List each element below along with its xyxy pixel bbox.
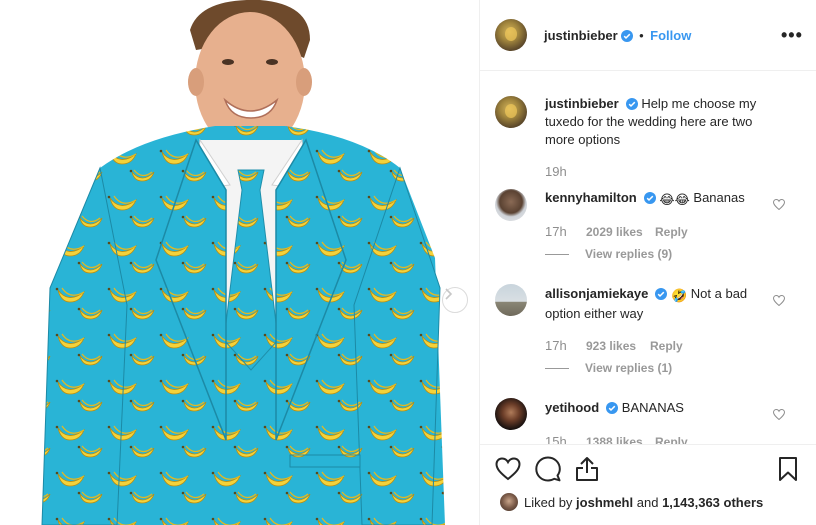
heart-icon[interactable] (773, 295, 785, 306)
comment-time: 15h (545, 434, 567, 444)
liked-and-label: and (636, 495, 659, 510)
reply-button[interactable]: Reply (655, 435, 688, 444)
heart-icon[interactable] (773, 409, 785, 420)
divider (545, 368, 569, 369)
post-side-panel: justinbieber • Follow ••• justinbieber H… (479, 0, 816, 525)
verified-badge-icon (620, 30, 633, 42)
comment-body: BANANAS (621, 400, 684, 415)
comment-time: 17h (545, 338, 567, 353)
comment-likes[interactable]: 1388 likes (586, 435, 643, 444)
avatar[interactable] (495, 96, 527, 128)
caption-time: 19h (545, 164, 567, 179)
likes-summary: Liked by joshmehl and 1,143,363 others (524, 495, 763, 510)
verified-badge-icon (643, 192, 656, 204)
emoji: 😂 (659, 192, 675, 207)
share-icon[interactable] (575, 456, 599, 482)
view-replies-button[interactable]: View replies (9) (585, 247, 672, 261)
verified-badge-icon (606, 402, 619, 414)
comment-text: kennyhamilton 😂😂 Bananas (545, 189, 775, 209)
view-replies-button[interactable]: View replies (1) (585, 361, 672, 375)
verified-badge-icon (625, 98, 638, 110)
post-header: justinbieber • Follow ••• (480, 0, 816, 71)
emoji: 😂 (674, 192, 690, 207)
header-user: justinbieber • Follow (544, 27, 691, 45)
emoji: 🤣 (670, 288, 688, 303)
avatar[interactable] (500, 493, 518, 511)
reply-button[interactable]: Reply (655, 225, 688, 239)
username-link[interactable]: justinbieber (544, 28, 618, 43)
next-image-button[interactable] (442, 287, 468, 313)
follow-button[interactable]: Follow (650, 28, 691, 43)
divider (545, 254, 569, 255)
comment-text: allisonjamiekaye 🤣 Not a bad option eith… (545, 285, 775, 323)
caption: justinbieber Help me choose my tuxedo fo… (545, 95, 785, 149)
likes-count[interactable]: 1,143,363 others (662, 495, 763, 510)
username-link[interactable]: allisonjamiekaye (545, 286, 648, 301)
comment-time: 17h (545, 224, 567, 239)
verified-badge-icon (655, 288, 668, 300)
comment-body: Bananas (693, 190, 745, 205)
avatar[interactable] (495, 284, 527, 316)
heart-icon[interactable] (773, 199, 785, 210)
comment-likes[interactable]: 2029 likes (586, 225, 643, 239)
username-link[interactable]: yetihood (545, 400, 599, 415)
avatar[interactable] (495, 398, 527, 430)
banana-suit-photo (41, 0, 445, 525)
comment-text: yetihood BANANAS (545, 399, 775, 417)
post-image (0, 0, 479, 525)
avatar[interactable] (495, 19, 527, 51)
comment-likes[interactable]: 923 likes (586, 339, 636, 353)
comment-icon[interactable] (535, 456, 561, 482)
comments-list[interactable]: justinbieber Help me choose my tuxedo fo… (480, 72, 816, 444)
separator: • (639, 28, 644, 43)
liked-by-label: Liked by (524, 495, 573, 510)
username-link[interactable]: justinbieber (545, 96, 619, 111)
heart-icon[interactable] (495, 457, 521, 481)
username-link[interactable]: kennyhamilton (545, 190, 637, 205)
bookmark-icon[interactable] (778, 456, 798, 482)
avatar[interactable] (495, 189, 527, 221)
post-actions: Liked by joshmehl and 1,143,363 others (480, 444, 816, 525)
reply-button[interactable]: Reply (650, 339, 683, 353)
liked-by-user[interactable]: joshmehl (576, 495, 633, 510)
more-options-icon[interactable]: ••• (781, 26, 803, 44)
chevron-right-icon (445, 288, 453, 300)
